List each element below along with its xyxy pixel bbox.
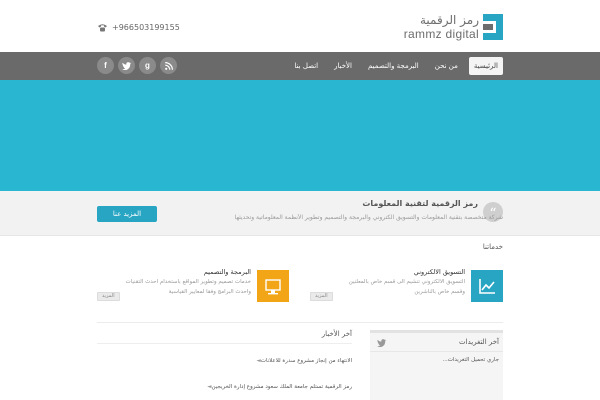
callout-description: شركة متخصصة بتقنية المعلومات والتسويق ال… xyxy=(234,214,503,221)
site-logo[interactable]: رمز الرقمية rammz digital xyxy=(404,11,503,43)
service-card-marketing: التسويق الالكتروني التسويق الالكتروني تن… xyxy=(300,265,505,305)
main-menu: الرئيسية من نحن البرمجة والتصميم الأخبار… xyxy=(289,57,503,75)
intro-callout: “ رمز الرقمية لتقنية المعلومات شركة متخص… xyxy=(0,191,600,236)
nav-item-about[interactable]: من نحن xyxy=(430,57,463,75)
chart-icon xyxy=(471,270,503,302)
service-more-button[interactable]: المزيد xyxy=(97,292,120,301)
logo-arabic-text: رمز الرقمية xyxy=(420,13,479,27)
logo-mark-icon xyxy=(483,14,503,40)
service-title: التسويق الالكتروني xyxy=(413,268,465,276)
news-heading: آخر الأخبار xyxy=(97,330,352,344)
nav-item-home[interactable]: الرئيسية xyxy=(468,57,503,75)
phone-number: +966503199155 xyxy=(112,22,180,32)
hero-banner xyxy=(0,80,600,191)
service-card-programming: البرمجة والتصميم خدمات تصميم وتطوير المو… xyxy=(97,265,290,305)
more-about-us-button[interactable]: المزيد عنا xyxy=(97,206,157,222)
news-item[interactable]: الانتهاء من إنجاز مشروع سدرة للاعلانات◄ xyxy=(230,358,352,364)
tweets-heading: آخر التغريدات xyxy=(459,338,499,346)
facebook-icon[interactable]: f xyxy=(97,57,114,74)
news-item[interactable]: رمز الرقمية تستلم جامعة الملك سعود مشروع… xyxy=(195,384,352,390)
service-title: البرمجة والتصميم xyxy=(203,268,251,276)
monitor-icon xyxy=(257,270,289,302)
section-divider xyxy=(97,322,503,323)
nav-item-programming-design[interactable]: البرمجة والتصميم xyxy=(363,57,424,75)
service-more-button[interactable]: المزيد xyxy=(310,292,333,301)
social-links: f g xyxy=(97,57,177,74)
logo-english-text: rammz digital xyxy=(403,27,479,41)
google-plus-icon[interactable]: g xyxy=(139,57,156,74)
site-header: +966503199155 رمز الرقمية rammz digital xyxy=(0,0,600,52)
twitter-bird-icon xyxy=(377,339,386,347)
twitter-icon[interactable] xyxy=(118,57,135,74)
tweets-widget: آخر التغريدات جاري تحميل التغريدات... xyxy=(370,330,503,400)
callout-title: رمز الرقمية لتقنية المعلومات xyxy=(362,199,478,208)
tweets-loading-text: جاري تحميل التغريدات... xyxy=(442,357,499,363)
nav-item-contact[interactable]: اتصل بنا xyxy=(289,57,323,75)
nav-item-news[interactable]: الأخبار xyxy=(329,57,357,75)
phone-contact[interactable]: +966503199155 xyxy=(97,20,180,34)
rss-icon[interactable] xyxy=(160,57,177,74)
news-item-text: الانتهاء من إنجاز مشروع سدرة للاعلانات xyxy=(260,358,352,364)
services-heading: خدماتنا xyxy=(482,243,503,251)
tweets-divider xyxy=(370,351,503,352)
news-item-text: رمز الرقمية تستلم جامعة الملك سعود مشروع… xyxy=(211,384,352,390)
phone-icon xyxy=(97,23,108,32)
main-navbar: f g الرئيسية من نحن البرمجة والتصميم الأ… xyxy=(0,52,600,80)
service-description-line2: واحدث البرامج وفقا لمعايير القياسية xyxy=(168,289,251,295)
